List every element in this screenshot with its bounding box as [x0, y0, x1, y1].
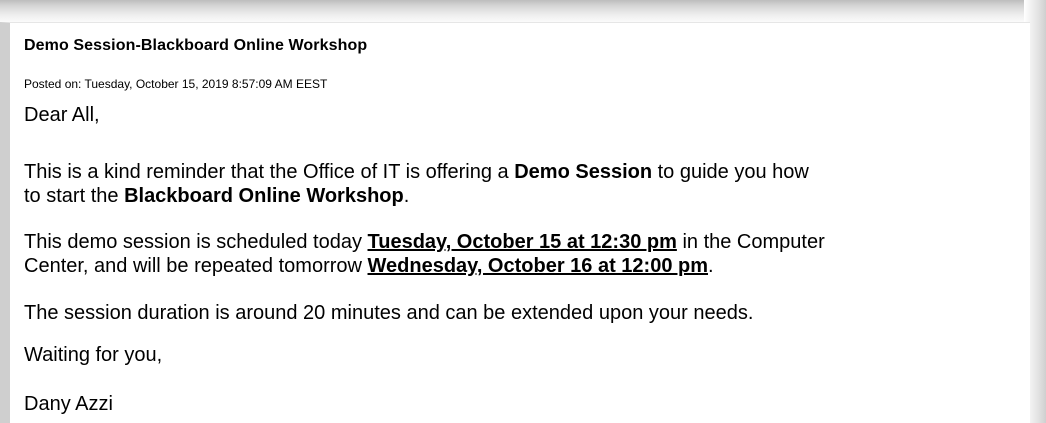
paragraph-duration: The session duration is around 20 minute…: [24, 302, 754, 324]
closing-line: Waiting for you,: [24, 344, 163, 366]
announcement-title: Demo Session-Blackboard Online Workshop: [24, 37, 368, 54]
top-shadow: [0, 0, 1046, 24]
bold-underlined-date: Wednesday, October 16 at 12:00 pm: [367, 255, 709, 277]
posted-date: Posted on: Tuesday, October 15, 2019 8:5…: [24, 77, 328, 91]
text-segment: in the Computer: [676, 231, 825, 253]
text-segment: This demo session is scheduled today: [24, 231, 368, 253]
bold-underlined-date: Tuesday, October 15 at 12:30 pm: [367, 231, 677, 253]
text-segment: Center, and will be repeated tomorrow: [24, 255, 368, 277]
text-segment: .: [708, 255, 714, 277]
bold-text: Blackboard Online Workshop: [124, 185, 404, 207]
text-segment: .: [403, 185, 410, 207]
bold-text: Demo Session: [514, 161, 653, 183]
text-segment: to guide you how: [652, 161, 809, 183]
paragraph-schedule: This demo session is scheduled today Tue…: [24, 230, 825, 278]
text-segment: to start the: [24, 185, 125, 207]
signature: Dany Azzi: [24, 393, 113, 415]
greeting: Dear All,: [24, 104, 100, 126]
paragraph-reminder: This is a kind reminder that the Office …: [24, 160, 809, 208]
text-segment: This is a kind reminder that the Office …: [24, 161, 515, 183]
